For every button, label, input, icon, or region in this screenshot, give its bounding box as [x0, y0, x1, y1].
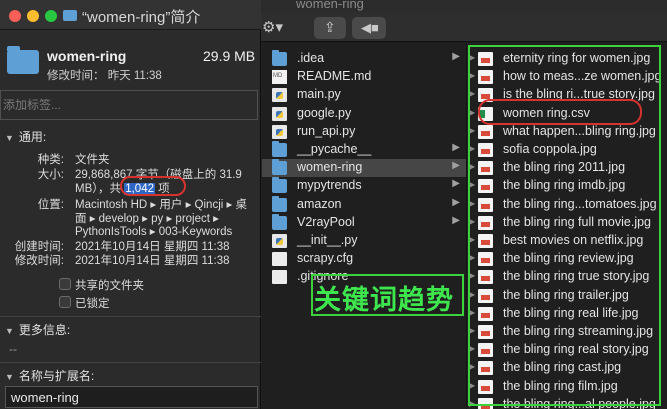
info-window-title: “women-ring”简介 [82, 9, 201, 26]
folder-icon [7, 46, 39, 74]
more-info-header-label: 更多信息: [18, 323, 71, 337]
tags-field[interactable] [0, 90, 258, 120]
more-info-value: -- [9, 342, 17, 356]
folder-icon [272, 50, 287, 66]
file-list-item-label: main.py [297, 87, 341, 102]
file-list-item-label: V2rayPool [297, 214, 355, 229]
file-list-item-label: run_api.py [297, 123, 356, 138]
modified-value: 2021年10月14日 星期四 11:38 [75, 255, 230, 267]
name-extension-section-header[interactable]: ▼ 名称与扩展名: [5, 367, 94, 384]
file-list-item-row[interactable]: __pycache__ ▶ [262, 141, 466, 159]
name-extension-header-label: 名称与扩展名: [18, 369, 95, 383]
locked-checkbox[interactable] [59, 296, 71, 308]
kind-value: 文件夹 [75, 154, 110, 166]
file-list-item-label: women-ring [297, 160, 363, 175]
highlight-box-file-list [468, 45, 661, 406]
python-file-icon [272, 88, 287, 103]
file-list-item-label: mypytrends [297, 178, 362, 193]
name-extension-input[interactable] [6, 387, 257, 407]
file-list-item-row[interactable]: .idea ▶ [262, 50, 466, 68]
modified-label: 修改时间: [14, 255, 64, 267]
file-list-item-row[interactable]: __init__.py [262, 232, 466, 250]
document-icon [272, 270, 287, 285]
zoom-button[interactable] [45, 10, 57, 22]
item-name: women-ring [47, 48, 127, 64]
gear-icon: ⚙▾ [262, 19, 283, 36]
python-file-icon [272, 234, 287, 248]
disclosure-triangle-icon: ▼ [5, 326, 14, 336]
disclosure-arrow-icon: ▶ [452, 196, 460, 208]
item-modified-summary: 修改时间： 昨天 11:38 [47, 70, 162, 82]
tags-input[interactable] [1, 91, 257, 119]
disclosure-arrow-icon: ▶ [452, 160, 460, 172]
folder-icon [272, 213, 287, 230]
file-list-item-label: __init__.py [297, 233, 358, 247]
file-list-item-row[interactable]: README.md [262, 68, 466, 86]
close-button[interactable] [9, 10, 21, 22]
shared-folder-label: 共享的文件夹 [75, 280, 144, 292]
disclosure-triangle-icon: ▼ [5, 372, 14, 382]
file-list-item-row[interactable]: scrapy.cfg [262, 250, 466, 268]
general-section-header[interactable]: ▼ 通用: [5, 128, 46, 145]
disclosure-triangle-icon: ▼ [5, 133, 14, 143]
folder-icon [272, 159, 287, 176]
divider [0, 316, 261, 317]
info-titlebar: “women-ring”简介 [0, 0, 261, 30]
where-label: 位置: [37, 199, 64, 211]
shared-folder-checkbox[interactable] [59, 278, 71, 290]
name-extension-field[interactable] [5, 386, 258, 408]
minimize-button[interactable] [27, 10, 39, 22]
file-list-item-label: scrapy.cfg [297, 251, 354, 266]
file-list-item-row[interactable]: amazon ▶ [262, 195, 466, 214]
share-icon: ⇪ [324, 19, 336, 35]
share-button[interactable]: ⇪ [314, 17, 346, 39]
item-size: 29.9 MB [203, 48, 256, 64]
size-label: 大小: [37, 169, 64, 181]
file-list-item-row[interactable]: women-ring ▶ [262, 159, 466, 178]
annotation-label: 关键词趋势 [314, 285, 454, 315]
tag-icon: ◀■ [361, 20, 379, 35]
kind-label: 种类: [37, 154, 64, 166]
highlight-oval-count [120, 176, 186, 196]
document-icon [272, 252, 287, 267]
get-info-window: “women-ring”简介 women-ring 29.9 MB 修改时间： … [0, 0, 261, 409]
file-list-item-label: .idea [297, 51, 325, 65]
more-info-section-header[interactable]: ▼ 更多信息: [5, 321, 70, 338]
where-line3: PythonIsTools ▸ 003-Keywords [75, 226, 233, 238]
locked-label: 已锁定 [75, 298, 110, 310]
file-list-item-label: amazon [297, 196, 342, 211]
file-list-item-label: google.py [297, 105, 352, 120]
file-list-item-label: __pycache__ [297, 142, 372, 156]
finder-window-title: women-ring [296, 0, 364, 11]
file-list-item-row[interactable]: main.py [262, 86, 466, 104]
divider [0, 362, 261, 363]
folder-icon [63, 10, 77, 21]
file-list-item-row[interactable]: V2rayPool ▶ [262, 213, 466, 232]
general-header-label: 通用: [18, 130, 47, 144]
tag-button[interactable]: ◀■ [352, 17, 386, 39]
disclosure-arrow-icon: ▶ [452, 214, 460, 226]
file-list-item-row[interactable]: run_api.py [262, 123, 466, 141]
python-file-icon [272, 124, 287, 139]
file-list-item-row[interactable]: mypytrends ▶ [262, 177, 466, 195]
markdown-file-icon [272, 70, 287, 85]
browser-column-project[interactable]: .idea ▶ README.md main.py google.py run_api.p… [262, 42, 467, 409]
folder-icon [272, 195, 287, 212]
disclosure-arrow-icon: ▶ [452, 51, 460, 62]
folder-icon [272, 177, 287, 194]
folder-icon [272, 141, 287, 157]
python-file-icon [272, 106, 287, 121]
file-list-item-row[interactable]: google.py [262, 105, 466, 123]
disclosure-arrow-icon: ▶ [452, 142, 460, 153]
size-line2-prefix: MB），共 [75, 183, 125, 195]
disclosure-arrow-icon: ▶ [452, 178, 460, 190]
file-list-item-label: README.md [297, 69, 372, 84]
